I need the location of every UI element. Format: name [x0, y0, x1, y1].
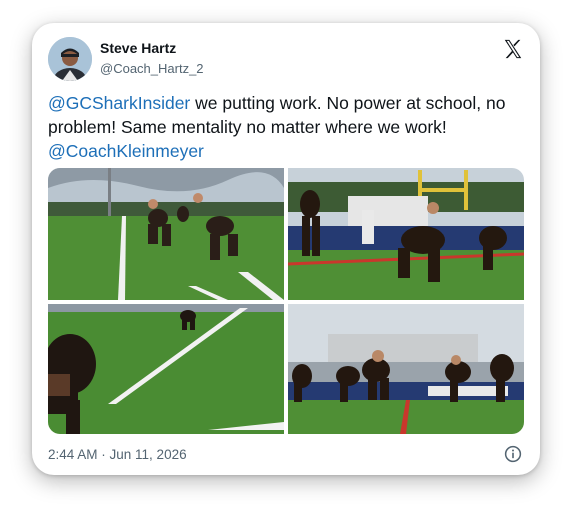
photo-image: [48, 304, 284, 434]
timestamp[interactable]: 2:44 AM · Jun 11, 2026: [48, 447, 187, 462]
avatar-image: [48, 37, 92, 81]
mention-link[interactable]: @CoachKleinmeyer: [48, 141, 204, 161]
media-photo-4[interactable]: [288, 304, 524, 434]
tweet-card[interactable]: Steve Hartz @Coach_Hartz_2 @GCSharkInsid…: [32, 23, 540, 475]
mention-link[interactable]: @GCSharkInsider: [48, 93, 190, 113]
x-logo-icon[interactable]: [502, 38, 524, 60]
tweet-text: @GCSharkInsider we putting work. No powe…: [48, 91, 526, 163]
media-photo-1[interactable]: [48, 168, 284, 300]
author-handle[interactable]: @Coach_Hartz_2: [100, 61, 204, 76]
media-photo-3[interactable]: [48, 304, 284, 434]
author-avatar[interactable]: [48, 37, 92, 81]
info-icon[interactable]: [504, 445, 522, 463]
photo-image: [48, 168, 284, 300]
media-grid: [48, 168, 524, 434]
media-photo-2[interactable]: [288, 168, 524, 300]
photo-image: [288, 304, 524, 434]
photo-image: [288, 168, 524, 300]
author-name[interactable]: Steve Hartz: [100, 40, 176, 56]
